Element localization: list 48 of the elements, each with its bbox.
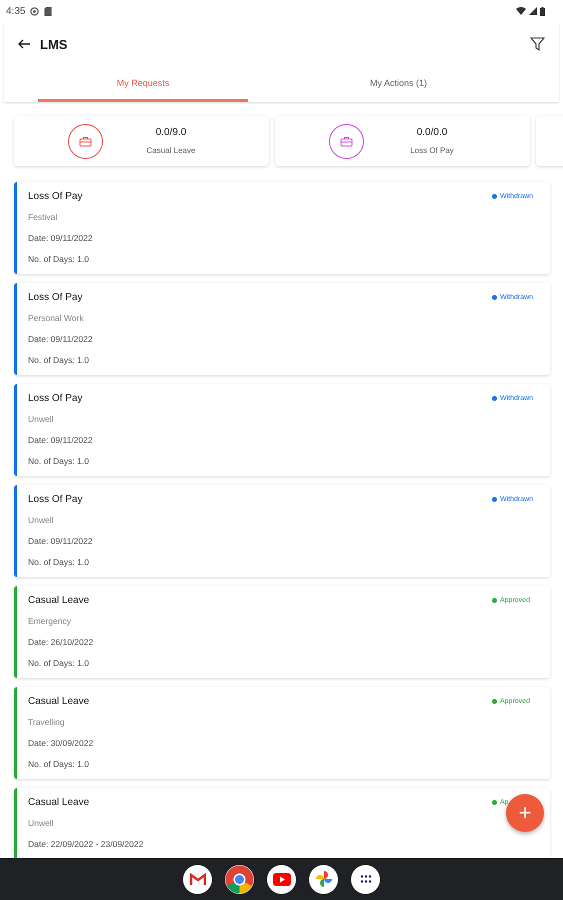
briefcase-icon: [79, 136, 92, 146]
filter-icon[interactable]: [530, 36, 545, 52]
leave-date: Date: 09/11/2022: [28, 232, 93, 245]
leave-type: Casual Leave: [28, 797, 90, 808]
back-arrow-icon[interactable]: [18, 39, 30, 49]
leave-reason: Unwell: [28, 514, 54, 527]
leave-type: Loss Of Pay: [28, 393, 82, 404]
mail-app-icon[interactable]: [183, 864, 212, 894]
leave-reason: Travelling: [28, 716, 65, 729]
video-app-icon[interactable]: [267, 864, 296, 894]
leave-reason: Unwell: [28, 413, 54, 426]
balance-label: Casual Leave: [146, 146, 196, 155]
battery-icon: [540, 6, 545, 16]
balance-value: 0.0/0.0: [416, 127, 448, 138]
signal-icon: [529, 7, 537, 15]
status-time: 4:35: [6, 6, 26, 16]
leave-days: No. of Days: 1.0: [28, 550, 89, 571]
leave-reason: Festival: [28, 211, 58, 224]
notification-icon: [30, 6, 40, 16]
briefcase-icon: [340, 136, 353, 146]
leave-date: Date: 09/11/2022: [28, 434, 93, 447]
photos-app-icon[interactable]: [309, 864, 338, 894]
leave-type: Casual Leave: [28, 696, 90, 707]
leave-date: Date: 09/11/2022: [28, 333, 93, 346]
leave-type: Loss Of Pay: [28, 292, 82, 303]
leave-days: No. of Days: 1.0: [28, 247, 89, 268]
leave-type: Loss Of Pay: [28, 494, 82, 505]
leave-reason: Emergency: [28, 615, 71, 628]
leave-type: Casual Leave: [28, 595, 90, 606]
leave-date: Date: 09/11/2022: [28, 535, 93, 548]
leave-days: No. of Days: 1.0: [28, 752, 89, 773]
leave-reason: Unwell: [28, 817, 54, 830]
browser-app-icon[interactable]: [225, 864, 254, 894]
leave-days: No. of Days: 1.0: [28, 449, 89, 470]
leave-date: Date: 26/10/2022: [28, 636, 94, 649]
leave-reason: Personal Work: [28, 312, 84, 325]
balance-value: 0.0/9.0: [156, 127, 186, 138]
tab[interactable]: My Actions (1): [248, 66, 549, 102]
leave-days: No. of Days: 1.0: [28, 348, 89, 369]
leave-date: Date: 30/09/2022: [28, 737, 94, 750]
wifi-icon: [516, 7, 526, 15]
app-title: LMS: [40, 36, 68, 52]
balance-label: Loss Of Pay: [410, 146, 454, 155]
leave-date: Date: 22/09/2022 - 23/09/2022: [28, 838, 144, 851]
app-drawer-icon[interactable]: [351, 864, 380, 894]
leave-days: No. of Days: 1.0: [28, 651, 89, 672]
leave-type: Loss Of Pay: [28, 191, 82, 202]
sim-icon: [44, 6, 52, 16]
